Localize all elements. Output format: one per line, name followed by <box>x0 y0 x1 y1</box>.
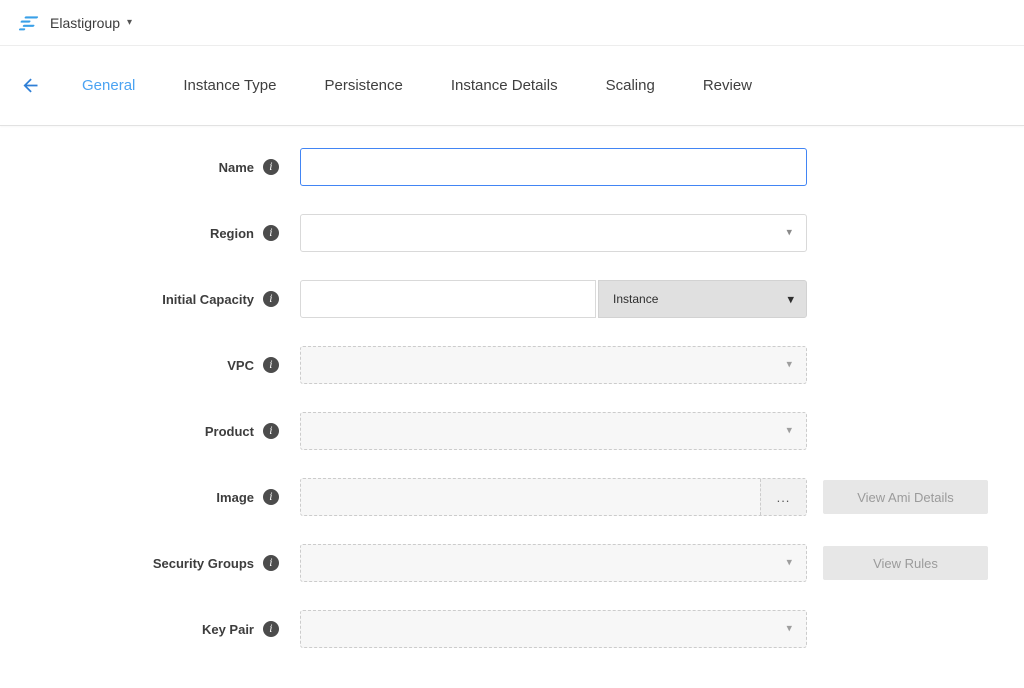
product-label: Product <box>205 424 254 439</box>
tab-scaling[interactable]: Scaling <box>606 77 655 94</box>
info-icon[interactable]: i <box>263 357 279 373</box>
elastigroup-logo-icon <box>18 15 40 31</box>
image-label: Image <box>216 490 254 505</box>
form-row-product: Product i ▾ <box>0 412 1024 450</box>
chevron-down-icon: ▾ <box>786 360 792 371</box>
info-icon[interactable]: i <box>263 423 279 439</box>
initial-capacity-input[interactable] <box>300 280 596 318</box>
brand-caret-icon: ▾ <box>127 18 132 28</box>
form-row-name: Name i <box>0 148 1024 186</box>
brand-label: Elastigroup <box>50 15 120 31</box>
product-switcher[interactable]: Elastigroup ▾ <box>18 15 132 31</box>
form-row-region: Region i ▾ <box>0 214 1024 252</box>
form-row-security-groups: Security Groups i ▾ View Rules <box>0 544 1024 582</box>
back-arrow-icon[interactable] <box>20 74 44 98</box>
form-row-key-pair: Key Pair i ▾ <box>0 610 1024 648</box>
chevron-down-icon: ▾ <box>786 624 792 635</box>
info-icon[interactable]: i <box>263 159 279 175</box>
capacity-unit-select[interactable]: Instance ▾ <box>598 280 807 318</box>
info-icon[interactable]: i <box>263 225 279 241</box>
name-label: Name <box>219 160 254 175</box>
region-label: Region <box>210 226 254 241</box>
region-select[interactable]: ▾ <box>300 214 807 252</box>
wizard-tab-bar: General Instance Type Persistence Instan… <box>0 46 1024 126</box>
top-bar: Elastigroup ▾ <box>0 0 1024 46</box>
info-icon[interactable]: i <box>263 291 279 307</box>
tab-persistence[interactable]: Persistence <box>325 77 403 94</box>
name-input[interactable] <box>300 148 807 186</box>
info-icon[interactable]: i <box>263 489 279 505</box>
info-icon[interactable]: i <box>263 621 279 637</box>
security-groups-label: Security Groups <box>153 556 254 571</box>
vpc-label: VPC <box>227 358 254 373</box>
chevron-down-icon: ▾ <box>787 293 794 306</box>
chevron-down-icon: ▾ <box>786 558 792 569</box>
form-row-image: Image i ... View Ami Details <box>0 478 1024 516</box>
tab-general[interactable]: General <box>82 77 135 94</box>
info-icon[interactable]: i <box>263 555 279 571</box>
initial-capacity-label: Initial Capacity <box>162 292 254 307</box>
form-row-initial-capacity: Initial Capacity i Instance ▾ <box>0 280 1024 318</box>
chevron-down-icon: ▾ <box>786 228 792 239</box>
key-pair-select: ▾ <box>300 610 807 648</box>
tab-review[interactable]: Review <box>703 77 752 94</box>
image-browse-button[interactable]: ... <box>760 479 806 515</box>
chevron-down-icon: ▾ <box>786 426 792 437</box>
view-ami-details-button[interactable]: View Ami Details <box>823 480 988 514</box>
security-groups-select: ▾ <box>300 544 807 582</box>
image-input-value <box>301 479 760 515</box>
general-form: Name i Region i ▾ Initial Capacity i Ins… <box>0 126 1024 648</box>
capacity-unit-value: Instance <box>613 292 658 306</box>
view-rules-button[interactable]: View Rules <box>823 546 988 580</box>
key-pair-label: Key Pair <box>202 622 254 637</box>
tab-instance-details[interactable]: Instance Details <box>451 77 558 94</box>
vpc-select: ▾ <box>300 346 807 384</box>
image-input: ... <box>300 478 807 516</box>
tab-instance-type[interactable]: Instance Type <box>183 77 276 94</box>
form-row-vpc: VPC i ▾ <box>0 346 1024 384</box>
product-select: ▾ <box>300 412 807 450</box>
